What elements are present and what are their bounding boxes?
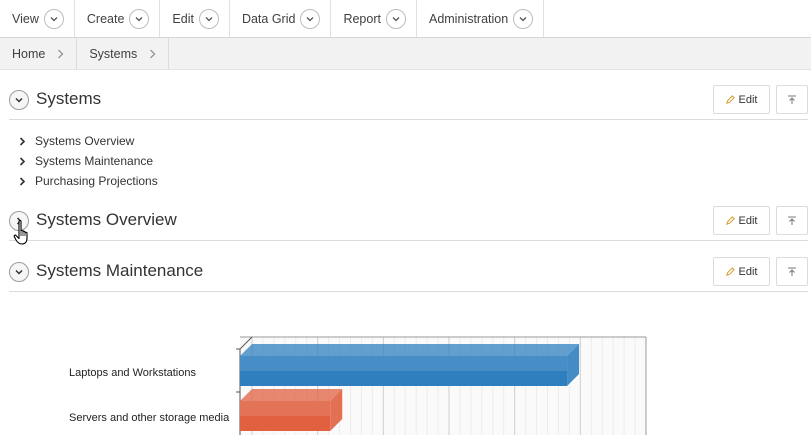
menu-view[interactable]: View <box>0 0 75 37</box>
chevron-down-icon[interactable] <box>385 8 406 29</box>
bar-highlight <box>240 356 568 371</box>
bar-top-face <box>240 389 343 401</box>
menu-report[interactable]: Report <box>331 0 417 37</box>
plot-background <box>240 337 646 435</box>
bar <box>240 356 568 386</box>
category-label: Laptops and Workstations <box>69 367 196 379</box>
menu-label: View <box>12 11 39 26</box>
region-systems-maintenance: Systems Maintenance Edit <box>9 252 808 292</box>
menu-label: Data Grid <box>241 11 296 26</box>
region-link-list: Systems Overview Systems Maintenance Pur… <box>19 131 158 191</box>
edit-button[interactable]: Edit <box>713 257 770 286</box>
list-item[interactable]: Systems Maintenance <box>19 151 158 171</box>
bar <box>240 401 331 431</box>
breadcrumb-label: Home <box>12 46 46 61</box>
scroll-top-button[interactable] <box>776 206 808 235</box>
chevron-down-icon[interactable] <box>198 8 219 29</box>
collapse-toggle[interactable] <box>9 90 29 110</box>
arrow-to-top-icon <box>788 216 796 225</box>
bar-top-face <box>240 344 580 356</box>
link-label: Systems Overview <box>35 134 135 148</box>
menu-label: Administration <box>428 11 509 26</box>
edit-button-label: Edit <box>738 265 758 278</box>
edit-button[interactable]: Edit <box>713 85 770 114</box>
region-title: Systems Maintenance <box>36 261 204 280</box>
menu-label: Create <box>86 11 125 26</box>
breadcrumb: Home Systems <box>0 38 811 70</box>
edit-button-label: Edit <box>738 93 758 106</box>
bar-highlight <box>240 401 331 416</box>
link-label: Purchasing Projections <box>35 174 158 188</box>
category-label: Servers and other storage media <box>69 412 230 424</box>
edit-button-label: Edit <box>738 214 758 227</box>
scroll-top-button[interactable] <box>776 85 808 114</box>
menu-edit[interactable]: Edit <box>160 0 230 37</box>
arrow-to-top-icon <box>788 95 796 104</box>
bar-side-face <box>330 389 343 431</box>
chevron-down-icon <box>15 269 23 275</box>
chevron-right-icon <box>19 176 26 186</box>
chevron-down-icon[interactable] <box>129 8 150 29</box>
pencil-icon <box>725 216 735 225</box>
top-menu-bar: View Create Edit Data Grid Report Admini… <box>0 0 811 38</box>
chevron-down-icon[interactable] <box>300 8 321 29</box>
list-item[interactable]: Systems Overview <box>19 131 158 151</box>
breadcrumb-home[interactable]: Home <box>0 38 78 69</box>
chevron-down-icon[interactable] <box>43 8 64 29</box>
breadcrumb-label: Systems <box>89 46 138 61</box>
bar-side-face <box>567 344 580 386</box>
chevron-right-icon <box>19 136 26 146</box>
arrow-to-top-icon <box>788 267 796 276</box>
chevron-down-icon <box>15 97 23 103</box>
menu-label: Report <box>343 11 381 26</box>
list-item[interactable]: Purchasing Projections <box>19 171 158 191</box>
pencil-icon <box>725 95 735 104</box>
chevron-right-icon <box>58 49 64 58</box>
chevron-right-icon <box>19 156 26 166</box>
menu-administration[interactable]: Administration <box>417 0 545 37</box>
scroll-top-button[interactable] <box>776 257 808 286</box>
pencil-icon <box>725 267 735 276</box>
hand-cursor-icon <box>13 219 28 245</box>
region-title: Systems <box>36 89 102 108</box>
axis-depth-line <box>239 336 253 350</box>
edit-button[interactable]: Edit <box>713 206 770 235</box>
region-title: Systems Overview <box>36 210 177 229</box>
link-label: Systems Maintenance <box>35 154 154 168</box>
menu-label: Edit <box>172 11 194 26</box>
region-systems-overview: Systems Overview Edit <box>9 201 808 241</box>
menu-data-grid[interactable]: Data Grid <box>230 0 332 37</box>
chevron-right-icon <box>150 49 156 58</box>
region-systems: Systems Edit <box>9 80 808 120</box>
collapse-toggle[interactable] <box>9 262 29 282</box>
menu-create[interactable]: Create <box>75 0 161 37</box>
breadcrumb-systems[interactable]: Systems <box>77 38 170 69</box>
chevron-down-icon[interactable] <box>513 8 534 29</box>
